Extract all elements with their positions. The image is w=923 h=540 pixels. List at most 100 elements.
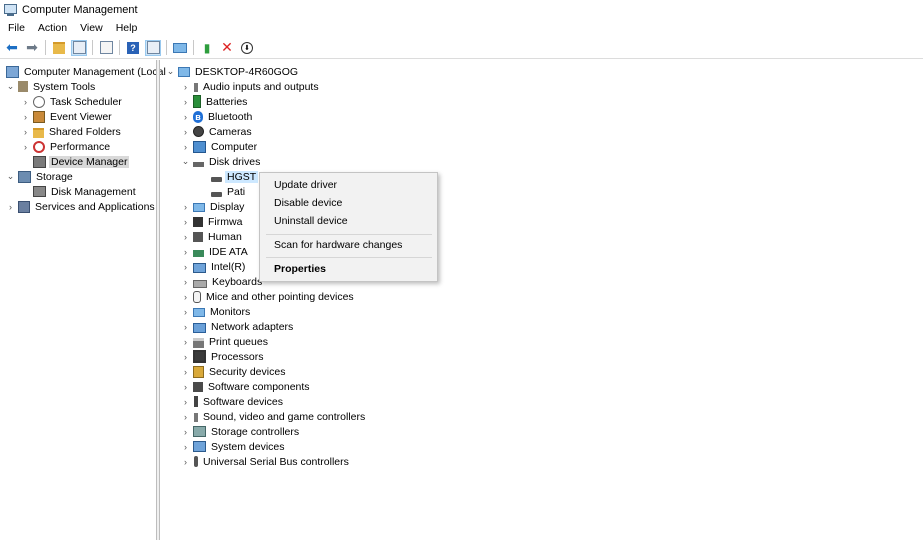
menu-disable-device[interactable]: Disable device (274, 195, 342, 211)
chevron-right-icon[interactable]: › (181, 427, 190, 437)
device-tree-root-label: DESKTOP-4R60GOG (195, 65, 299, 78)
tree-disk-management[interactable]: Disk Management (30, 184, 138, 199)
device-category[interactable]: › Software components (181, 379, 312, 394)
tree-shared-folders[interactable]: › Shared Folders (21, 124, 123, 139)
device-category[interactable]: › Display (181, 199, 246, 214)
device-category[interactable]: › Monitors (181, 304, 252, 319)
chevron-right-icon[interactable]: › (181, 352, 190, 362)
chevron-right-icon[interactable]: › (181, 217, 190, 227)
chevron-right-icon[interactable]: › (181, 442, 190, 452)
chevron-right-icon[interactable]: › (21, 112, 30, 122)
chevron-right-icon[interactable]: › (181, 397, 190, 407)
printer-icon (193, 337, 204, 348)
chevron-right-icon[interactable]: › (21, 142, 30, 152)
device-category[interactable]: › Sound, video and game controllers (181, 409, 367, 424)
chevron-right-icon[interactable]: › (6, 202, 15, 212)
chevron-right-icon[interactable]: › (181, 202, 190, 212)
chevron-right-icon[interactable]: › (181, 412, 190, 422)
chevron-right-icon[interactable]: › (181, 232, 190, 242)
tree-event-viewer[interactable]: › Event Viewer (21, 109, 114, 124)
tree-performance[interactable]: › Performance (21, 139, 112, 154)
menu-action[interactable]: Action (33, 22, 72, 34)
menu-update-driver[interactable]: Update driver (274, 177, 337, 193)
tree-device-manager-label: Device Manager (49, 155, 130, 168)
tree-device-manager[interactable]: Device Manager (30, 154, 130, 169)
monitor-icon[interactable] (172, 40, 188, 56)
device-category[interactable]: › ʙ Bluetooth (181, 109, 254, 124)
chevron-right-icon[interactable]: › (181, 322, 190, 332)
device-category[interactable]: › Audio inputs and outputs (181, 79, 321, 94)
device-tree-root[interactable]: ⌄ DESKTOP-4R60GOG (166, 64, 300, 79)
device-category[interactable]: › Security devices (181, 364, 287, 379)
device-category[interactable]: › Mice and other pointing devices (181, 289, 356, 304)
menu-scan-hardware[interactable]: Scan for hardware changes (274, 237, 402, 253)
device-category-label: Processors (211, 350, 264, 363)
disk-drive-icon (193, 161, 204, 167)
chevron-right-icon[interactable]: › (181, 82, 190, 92)
show-hide-console-tree-icon[interactable] (71, 39, 87, 56)
menu-properties[interactable]: Properties (274, 261, 326, 277)
device-category[interactable]: › IDE ATA (181, 244, 250, 259)
device-category[interactable]: › Keyboards (181, 274, 264, 289)
tree-system-tools[interactable]: ⌄ System Tools (6, 79, 97, 94)
forward-arrow-icon[interactable]: ➡ (24, 39, 40, 56)
up-folder-icon[interactable] (51, 40, 67, 56)
device-category[interactable]: › Computer (181, 139, 259, 154)
chevron-down-icon[interactable]: ⌄ (6, 81, 15, 92)
device-category[interactable]: › Storage controllers (181, 424, 301, 439)
chevron-right-icon[interactable]: › (181, 127, 190, 137)
chevron-down-icon[interactable]: ⌄ (6, 171, 15, 182)
network-adapter-icon (193, 322, 206, 333)
device-category-label: Print queues (209, 335, 268, 348)
device-category[interactable]: › Firmwa (181, 214, 244, 229)
chevron-right-icon[interactable]: › (181, 382, 190, 392)
computer-management-icon (6, 65, 19, 78)
tree-storage[interactable]: ⌄ Storage (6, 169, 75, 184)
device-category[interactable]: › Cameras (181, 124, 254, 139)
chevron-right-icon[interactable]: › (181, 457, 190, 467)
chevron-right-icon[interactable]: › (181, 262, 190, 272)
chevron-right-icon[interactable]: › (181, 97, 190, 107)
device-category-label: Sound, video and game controllers (203, 410, 366, 423)
chevron-right-icon[interactable]: › (181, 247, 190, 257)
device-category[interactable]: › Network adapters (181, 319, 295, 334)
chevron-right-icon[interactable]: › (181, 112, 190, 122)
chevron-right-icon[interactable]: › (181, 307, 190, 317)
device-category[interactable]: › Universal Serial Bus controllers (181, 454, 351, 469)
device-category[interactable]: › Batteries (181, 94, 249, 109)
menu-file[interactable]: File (3, 22, 30, 34)
device-category[interactable]: › Intel(R) (181, 259, 247, 274)
device-category[interactable]: › System devices (181, 439, 287, 454)
tree-task-scheduler[interactable]: › Task Scheduler (21, 94, 124, 109)
chevron-right-icon[interactable]: › (181, 142, 190, 152)
device-category[interactable]: ⌄ Disk drives (181, 154, 262, 169)
device-item-selected[interactable]: HGST (208, 169, 259, 184)
menu-view[interactable]: View (75, 22, 108, 34)
menu-uninstall-device[interactable]: Uninstall device (274, 213, 348, 229)
chevron-down-icon[interactable]: ⌄ (166, 66, 175, 77)
device-category[interactable]: › Software devices (181, 394, 285, 409)
download-driver-icon[interactable]: ⬇ (239, 40, 255, 56)
properties-icon[interactable] (98, 40, 114, 56)
show-hide-action-pane-icon[interactable] (145, 39, 161, 56)
back-arrow-icon[interactable]: ⬅ (4, 39, 20, 56)
help-icon[interactable]: ? (125, 40, 141, 56)
device-category[interactable]: › Human (181, 229, 244, 244)
chevron-right-icon[interactable]: › (181, 292, 190, 302)
device-category[interactable]: › Processors (181, 349, 266, 364)
device-category-label: Bluetooth (208, 110, 253, 123)
chevron-right-icon[interactable]: › (181, 367, 190, 377)
chevron-right-icon[interactable]: › (21, 127, 30, 137)
tree-services-apps[interactable]: › Services and Applications (6, 199, 157, 214)
device-category-label: IDE ATA (209, 245, 248, 258)
tree-root[interactable]: Computer Management (Local (3, 64, 168, 79)
device-item[interactable]: Pati (208, 184, 247, 199)
menu-help[interactable]: Help (111, 22, 143, 34)
chevron-right-icon[interactable]: › (181, 277, 190, 287)
device-category[interactable]: › Print queues (181, 334, 270, 349)
chevron-right-icon[interactable]: › (181, 337, 190, 347)
chevron-right-icon[interactable]: › (21, 97, 30, 107)
chevron-down-icon[interactable]: ⌄ (181, 156, 190, 167)
uninstall-device-icon[interactable]: ✕ (219, 39, 235, 56)
enable-device-icon[interactable]: ▮ (199, 40, 215, 56)
